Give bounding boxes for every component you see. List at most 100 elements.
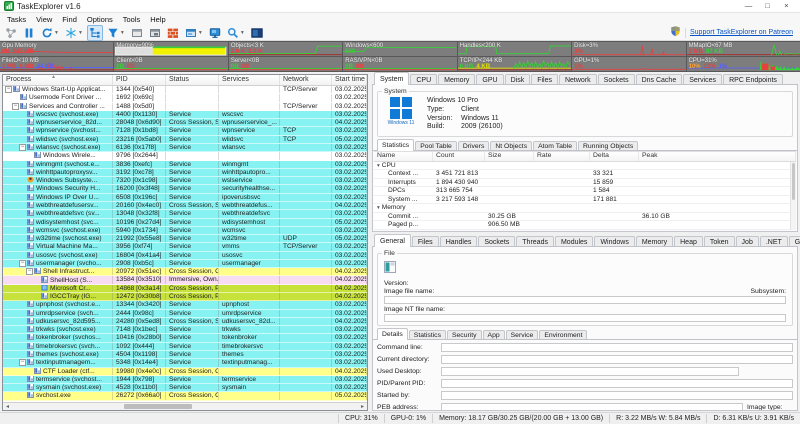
process-row[interactable]: wdisystemhost (svc... 10196 [0x27d4] Servi… (3, 218, 367, 227)
stats-row[interactable]: System ... 3 217 593 148 171 881 (374, 196, 796, 205)
process-row[interactable]: − usermanager (svcho... 2908 [0xb5c] Servic… (3, 259, 367, 269)
tab-details[interactable]: Details (377, 327, 408, 340)
patreon-link[interactable]: Support TaskExplorer on Patreon (690, 29, 793, 36)
pause-icon[interactable] (21, 25, 37, 41)
process-row[interactable]: webthreatdefsvc (sv... 13048 [0x32f8] Serv… (3, 210, 367, 219)
tab-memory[interactable]: Memory (438, 74, 476, 85)
stats-row[interactable]: Commit ... 30.25 GB 36.10 GB (374, 213, 796, 222)
process-row[interactable]: wpnuserservice_82d... 28048 [0x6d90] Cross… (3, 119, 367, 128)
menu-view[interactable]: View (31, 15, 57, 24)
tab-nt-objects[interactable]: Nt Objects (490, 140, 533, 151)
chevron-down-icon[interactable]: ▾ (377, 163, 380, 169)
tab-modules[interactable]: Modules (554, 236, 594, 247)
freeze-icon[interactable]: ▼ (63, 25, 85, 41)
peb-address-input[interactable] (441, 403, 743, 410)
tab-atom-table[interactable]: Atom Table (533, 140, 577, 151)
tab-memory[interactable]: Memory (635, 236, 674, 247)
stats-column-rate[interactable]: Rate (534, 151, 590, 161)
column-header-status[interactable]: Status (166, 75, 219, 85)
window-search-icon[interactable]: ▼ (183, 25, 205, 41)
search-icon[interactable]: ▼ (225, 25, 247, 41)
process-row[interactable]: IGCCTray (IG... 12472 [0x30b8] Cross Sessi… (3, 293, 367, 302)
menu-tools[interactable]: Tools (118, 15, 146, 24)
dropdown-arrow-icon[interactable]: ▼ (120, 30, 125, 36)
tab-dns-cache[interactable]: Dns Cache (635, 74, 683, 85)
stats-row[interactable]: Paged p... 906.50 MB (374, 221, 796, 230)
process-row[interactable]: − Services and Controller ... 1488 [0x5d0]… (3, 102, 367, 111)
process-row[interactable]: Microsoft Cr... 14868 [0x3a14] Cross Sessi… (3, 284, 367, 294)
process-row[interactable]: upnphost (svchost.e... 13344 [0x3420] Serv… (3, 301, 367, 310)
find-window-icon[interactable] (147, 25, 163, 41)
process-row[interactable]: themes (svchost.exe) 4504 [0x1198] Service… (3, 351, 367, 360)
menu-options[interactable]: Options (82, 15, 118, 24)
process-row[interactable]: tokenbroker (svchos... 10416 [0x28b0] Serv… (3, 334, 367, 343)
tree-expander[interactable]: − (19, 144, 26, 152)
process-row[interactable]: winhttpautoproxysv... 3192 [0xc78] Service… (3, 168, 367, 178)
scroll-left-arrow[interactable]: ◂ (3, 403, 12, 411)
process-row[interactable]: svchost.exe 26272 [0x66a0] Cross Session, … (3, 392, 367, 401)
process-row[interactable]: udkusersvc_82d595... 24280 [0x5ed8] Cross … (3, 317, 367, 327)
process-hscrollbar[interactable]: ◂ ▸ (3, 402, 367, 410)
tab-statistics[interactable]: Statistics (377, 138, 415, 151)
stats-column-count[interactable]: Count (433, 151, 485, 161)
process-row[interactable]: wlidsvc (svchost.exe) 23216 [0x5ab0] Servi… (3, 135, 367, 144)
process-row[interactable]: wscsvc (svchost.exe) 4400 [0x1130] Service… (3, 110, 367, 120)
tab-running-objects[interactable]: Running Objects (577, 140, 639, 151)
tab-system[interactable]: System (374, 72, 410, 85)
node-graph-icon[interactable] (3, 25, 19, 41)
process-row[interactable]: Windows IP Over U... 6508 [0x196c] Service… (3, 193, 367, 202)
tab-environment[interactable]: Environment (539, 329, 588, 340)
tab-token[interactable]: Token (703, 236, 735, 247)
process-row[interactable]: − textinputmanagem... 5348 [0x14e4] Service… (3, 359, 367, 368)
firewall-icon[interactable] (165, 25, 181, 41)
filter-icon[interactable]: ▼ (105, 25, 127, 41)
tab-network[interactable]: Network (558, 74, 597, 85)
process-row[interactable]: usosvc (svchost.exe) 16804 [0x41a4] Servic… (3, 251, 367, 260)
stats-column-delta[interactable]: Delta (590, 151, 639, 161)
tab-pool-table[interactable]: Pool Table (415, 140, 457, 151)
process-row[interactable]: timebrokersvc (svch... 1092 [0x444] Servic… (3, 342, 367, 351)
process-row[interactable]: Windows Wirele... 9796 [0x2644] 03.02.2025… (3, 152, 367, 161)
process-row[interactable]: Virtual Machine Ma... 3956 [0xf74] Service… (3, 243, 367, 252)
process-row[interactable]: wcmsvc (svchost.exe) 5940 [0x1734] Service… (3, 226, 367, 236)
process-row[interactable]: w32time (svchost.exe) 21992 [0x55e8] Servi… (3, 235, 367, 244)
refresh-icon[interactable]: ▼ (39, 25, 61, 41)
tab-service[interactable]: Service (505, 329, 539, 340)
column-header-pid[interactable]: PID (113, 75, 166, 85)
tree-expander[interactable]: − (19, 260, 26, 268)
tab-threads[interactable]: Threads (516, 236, 554, 247)
menu-find[interactable]: Find (57, 15, 82, 24)
stats-row[interactable]: Context ... 3 451 721 813 33 321 (374, 170, 796, 179)
tab-gdi[interactable]: GDI (788, 236, 800, 247)
tab-drivers[interactable]: Drivers (457, 140, 490, 151)
process-row[interactable]: termservice (svchost... 1944 [0x798] Servi… (3, 375, 367, 385)
tab-statistics[interactable]: Statistics (408, 329, 446, 340)
stats-scrollbar-thumb[interactable] (792, 162, 795, 201)
process-row[interactable]: trkwks (svchost.exe) 7148 [0x1bec] Service… (3, 326, 367, 335)
process-row[interactable]: − Windows Start-Up Applicat... 1344 [0x540… (3, 86, 367, 95)
dropdown-arrow-icon[interactable]: ▼ (240, 30, 245, 36)
menu-tasks[interactable]: Tasks (2, 15, 31, 24)
tab-app[interactable]: App (482, 329, 505, 340)
dropdown-arrow-icon[interactable]: ▼ (78, 30, 83, 36)
stats-row[interactable]: DPCs 313 665 754 1 584 (374, 187, 796, 196)
tab-files[interactable]: Files (531, 74, 558, 85)
process-row[interactable]: − wlansvc (svchost.exe) 6136 [0x17f8] Servi… (3, 143, 367, 153)
pid-parent-pid-input[interactable] (441, 379, 793, 388)
dropdown-arrow-icon[interactable]: ▼ (54, 30, 59, 36)
process-row[interactable]: wpnservice (svchost... 7128 [0x1bd8] Servi… (3, 127, 367, 136)
tab-job[interactable]: Job (735, 236, 759, 247)
used-desktop-input[interactable] (441, 367, 739, 376)
stats-column-size[interactable]: Size (485, 151, 534, 161)
tab-heap[interactable]: Heap (674, 236, 703, 247)
chevron-down-icon[interactable]: ▾ (377, 205, 380, 211)
tab-windows[interactable]: Windows (594, 236, 635, 247)
tree-expander[interactable]: − (12, 102, 19, 110)
stats-row[interactable]: ▾ CPU (374, 162, 796, 171)
monitor-icon[interactable] (207, 25, 223, 41)
process-row[interactable]: webthreatdefusersv... 20160 [0x4ec0] Cross… (3, 201, 367, 211)
process-row[interactable]: Windows Security H... 16200 [0x3f48] Servi… (3, 185, 367, 194)
process-row[interactable]: − Shell Infrastruct... 20972 [0x51ec] Cross… (3, 268, 367, 277)
tab-handles[interactable]: Handles (439, 236, 478, 247)
column-header-process[interactable]: Process (3, 75, 113, 85)
